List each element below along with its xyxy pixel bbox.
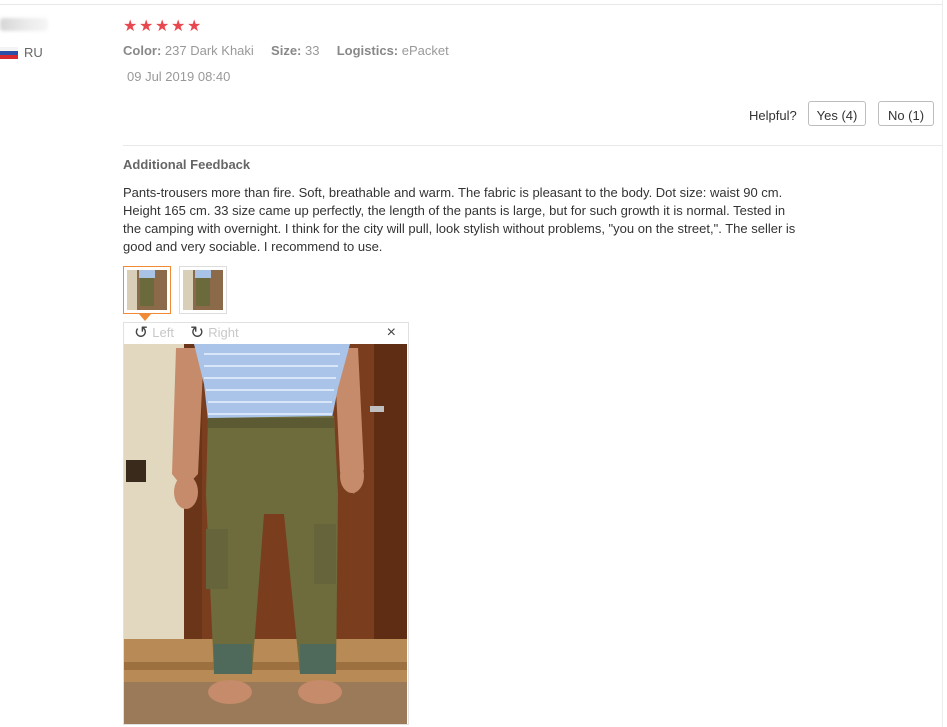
star-icon: ★ <box>123 18 138 35</box>
user-name-blurred <box>0 18 48 31</box>
attr-key-logistics: Logistics: <box>336 43 399 58</box>
review-photo <box>124 344 407 724</box>
active-thumbnail-pointer <box>139 314 151 321</box>
close-icon[interactable]: × <box>387 324 396 342</box>
right-divider <box>942 0 943 727</box>
feedback-divider <box>123 145 943 146</box>
helpful-no-button[interactable]: No (1) <box>878 101 934 126</box>
review-photo-thumbnail-2[interactable] <box>179 266 227 314</box>
attr-key-size: Size: <box>271 43 302 58</box>
star-icon: ★ <box>187 18 202 35</box>
helpful-label: Helpful? <box>749 108 797 123</box>
additional-feedback-title: Additional Feedback <box>123 157 251 172</box>
attr-key-color: Color: <box>123 43 162 58</box>
rotate-left-icon: ↺ <box>134 323 149 342</box>
user-country: RU <box>24 45 43 60</box>
attr-value-logistics: ePacket <box>401 43 449 58</box>
helpful-yes-button[interactable]: Yes (4) <box>808 101 866 126</box>
star-icon: ★ <box>171 18 186 35</box>
photo-viewer: ↺ Left ↻ Right × <box>123 322 409 725</box>
attr-value-size: 33 <box>305 43 320 58</box>
review-photo-thumbnail-1[interactable] <box>123 266 171 314</box>
russia-flag-icon <box>0 47 18 59</box>
star-rating: ★ ★ ★ ★ ★ <box>123 18 202 36</box>
additional-feedback-text: Pants-trousers more than fire. Soft, bre… <box>123 185 796 254</box>
star-icon: ★ <box>155 18 170 35</box>
photo-viewer-toolbar: ↺ Left ↻ Right × <box>124 323 408 344</box>
review-date: 09 Jul 2019 08:40 <box>127 69 231 84</box>
rotate-right-icon: ↻ <box>190 323 205 342</box>
rotate-right-button[interactable]: ↻ Right <box>190 324 239 341</box>
attr-value-color: 237 Dark Khaki <box>164 43 254 58</box>
rotate-left-button[interactable]: ↺ Left <box>134 324 174 341</box>
rotate-left-label: Left <box>152 325 174 340</box>
star-icon: ★ <box>139 18 154 35</box>
top-divider <box>0 4 943 5</box>
rotate-right-label: Right <box>208 325 239 340</box>
order-attributes: Color: 237 Dark Khaki Size: 33 Logistics… <box>123 43 449 58</box>
